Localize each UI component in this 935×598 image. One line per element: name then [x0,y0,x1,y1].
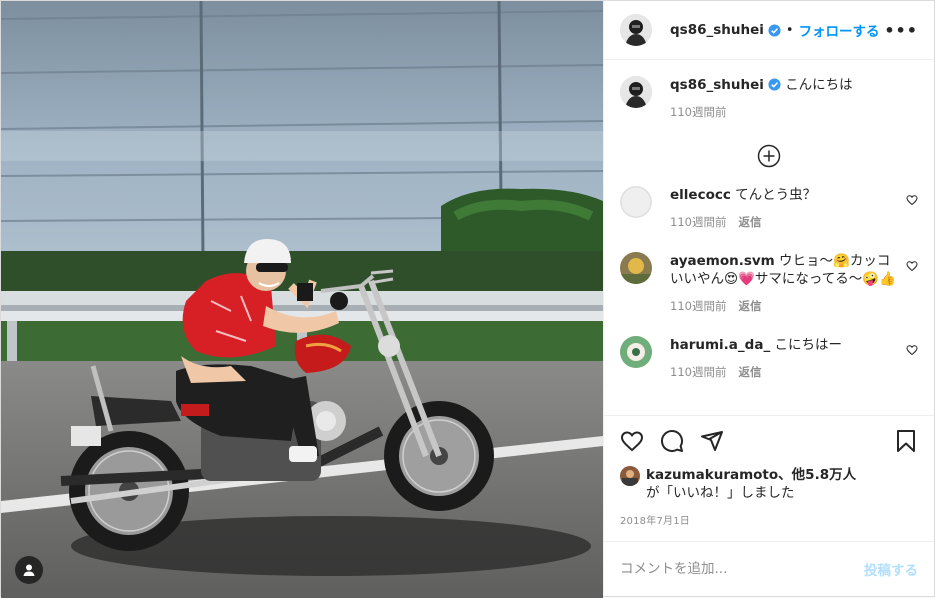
comment-meta: 110週間前 返信 [670,214,896,230]
avatar-image [620,466,640,486]
post-sidebar: qs86_shuhei • フォローする ••• qs86_shuhei こんに… [603,1,934,596]
comment-body: harumi.a_da_ こにちはー 110週間前 返信 [670,336,918,380]
liker-avatar[interactable] [620,466,640,486]
caption-meta: 110週間前 [670,104,896,120]
comment-input[interactable] [620,561,864,577]
comment-username[interactable]: harumi.a_da_ [670,337,770,353]
avatar-image [620,14,652,46]
reply-button[interactable]: 返信 [738,299,761,313]
caption-time[interactable]: 110週間前 [670,105,726,119]
reply-button[interactable]: 返信 [738,215,761,229]
caption-avatar[interactable] [620,76,652,108]
comment-text-line: ayaemon.svm ウヒョ〜🤗カッコいいやん😍💗サマになってる〜🤪👍 [670,252,896,288]
comment-avatar[interactable] [620,252,652,284]
author-avatar[interactable] [620,14,652,46]
caption-text-line: qs86_shuhei こんにちは [670,76,896,94]
more-options-button[interactable]: ••• [884,21,918,40]
post-date[interactable]: 2018年7月1日 [620,512,918,527]
avatar-image [620,76,652,108]
likes-others-count[interactable]: 、他5.8万人 [778,467,856,483]
likes-summary: kazumakuramoto、他5.8万人 が「いいね！」しました [620,466,918,502]
bookmark-icon[interactable] [894,429,918,453]
add-comment-bar: 投稿する [604,541,934,596]
comment-text: てんとう虫？ [735,187,817,203]
comment-text-line: harumi.a_da_ こにちはー [670,336,896,354]
comment-text-line: ellecocc てんとう虫？ [670,186,896,204]
comment-meta: 110週間前 返信 [670,364,896,380]
caption-username[interactable]: qs86_shuhei [670,77,764,93]
motorcycle-photo [1,1,603,598]
verified-badge-icon [768,23,781,37]
heart-icon[interactable] [906,260,918,272]
comment-username[interactable]: ellecocc [670,187,731,203]
comment-bubble-icon[interactable] [660,429,684,453]
default-avatar-image [620,186,652,218]
likes-text: kazumakuramoto、他5.8万人 が「いいね！」しました [646,466,856,502]
avatar-image [620,252,652,284]
load-more-comments[interactable] [620,144,918,168]
post-header: qs86_shuhei • フォローする ••• [604,1,934,60]
likes-suffix: が「いいね！」しました [646,485,795,501]
post-comment-button[interactable]: 投稿する [864,559,918,579]
heart-icon[interactable] [906,194,918,206]
action-section: kazumakuramoto、他5.8万人 が「いいね！」しました 2018年7… [604,415,934,527]
comment-avatar[interactable] [620,186,652,218]
plus-circle-icon [757,144,781,168]
heart-icon[interactable] [906,344,918,356]
avatar-image [620,336,652,368]
caption-body: qs86_shuhei こんにちは 110週間前 [670,76,918,120]
comment-meta: 110週間前 返信 [670,298,896,314]
comment-row: ayaemon.svm ウヒョ〜🤗カッコいいやん😍💗サマになってる〜🤪👍 110… [620,252,918,314]
liker-username[interactable]: kazumakuramoto [646,467,778,483]
comment-avatar[interactable] [620,336,652,368]
comment-row: ellecocc てんとう虫？ 110週間前 返信 [620,186,918,230]
comment-body: ayaemon.svm ウヒョ〜🤗カッコいいやん😍💗サマになってる〜🤪👍 110… [670,252,918,314]
follow-button[interactable]: フォローする [799,20,880,40]
post-photo[interactable] [1,1,603,598]
post-dialog: qs86_shuhei • フォローする ••• qs86_shuhei こんに… [0,0,935,598]
comment-time[interactable]: 110週間前 [670,215,726,229]
comment-body: ellecocc てんとう虫？ 110週間前 返信 [670,186,918,230]
comment-time[interactable]: 110週間前 [670,299,726,313]
person-icon [23,564,35,576]
tagged-users-button[interactable] [15,556,43,584]
like-heart-icon[interactable] [620,429,644,453]
share-paper-plane-icon[interactable] [700,429,724,453]
action-bar [620,426,918,456]
comment-username[interactable]: ayaemon.svm [670,253,775,269]
comment-time[interactable]: 110週間前 [670,365,726,379]
comments-section: qs86_shuhei こんにちは 110週間前 ellecocc てんとう虫？… [604,60,934,415]
author-username[interactable]: qs86_shuhei [670,22,764,38]
comment-text: こにちはー [774,337,843,353]
caption-row: qs86_shuhei こんにちは 110週間前 [620,76,918,120]
verified-badge-icon [768,78,781,91]
reply-button[interactable]: 返信 [738,365,761,379]
caption-text: こんにちは [785,77,853,93]
comment-row: harumi.a_da_ こにちはー 110週間前 返信 [620,336,918,380]
separator-dot: • [785,22,794,38]
